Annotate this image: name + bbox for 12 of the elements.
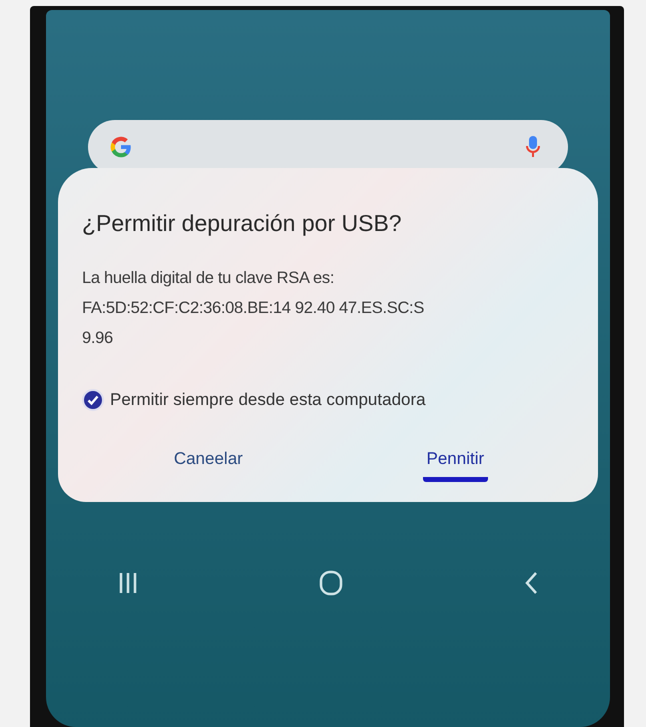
recents-icon[interactable]: [118, 572, 138, 594]
fingerprint-text: 9.96: [82, 328, 114, 349]
back-icon[interactable]: [524, 571, 538, 595]
dialog-title: ¿Permitir depuración por USB?: [82, 210, 403, 237]
checkbox[interactable]: [82, 389, 104, 411]
checkbox-label: Permitir siempre desde esta computadora: [110, 390, 426, 410]
home-icon[interactable]: [319, 570, 343, 596]
dialog-message: La huella digital de tu clave RSA es:: [82, 268, 336, 289]
dialog-button[interactable]: Pennitir: [422, 445, 488, 482]
fingerprint-text: FA:5D:52:CF:C2:36:08.BE:14 92.40 47.ES.SC:S: [82, 298, 426, 319]
microphone-icon[interactable]: [526, 136, 540, 158]
dialog-button[interactable]: Caneelar: [170, 445, 247, 482]
